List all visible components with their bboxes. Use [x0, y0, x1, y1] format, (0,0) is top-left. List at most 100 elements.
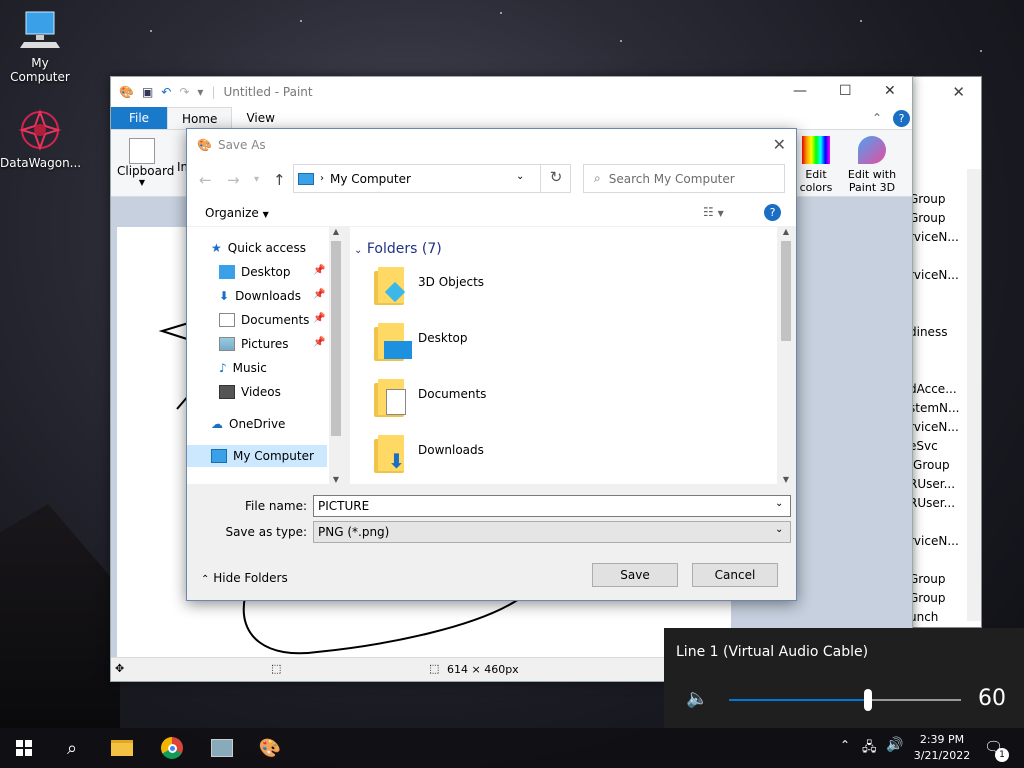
list-item: Group	[909, 192, 946, 206]
forward-arrow-icon[interactable]: →	[227, 171, 240, 189]
audio-device-name[interactable]: Line 1 (Virtual Audio Cable)	[676, 644, 868, 660]
desktop-icon-my-computer[interactable]: My Computer	[0, 8, 80, 84]
folder-label[interactable]: Desktop	[418, 331, 468, 345]
search-icon: ⌕	[594, 171, 601, 185]
nav-documents[interactable]: Documents	[219, 309, 309, 331]
volume-slider-thumb[interactable]	[864, 689, 873, 711]
folders-group-header[interactable]: ⌄ Folders (7)	[354, 241, 442, 257]
scrollbar-thumb[interactable]	[331, 241, 341, 436]
maximize-icon[interactable]: ☐	[839, 83, 852, 99]
volume-slider[interactable]	[729, 689, 961, 711]
nav-downloads[interactable]: ⬇ Downloads	[219, 285, 301, 307]
nav-desktop[interactable]: Desktop	[219, 261, 291, 283]
windows-logo-icon	[16, 740, 32, 756]
nav-label: Music	[232, 361, 267, 375]
nav-music[interactable]: ♪ Music	[219, 357, 267, 379]
speaker-icon[interactable]: 🔊	[886, 737, 903, 753]
undo-icon[interactable]: ↶	[161, 85, 171, 99]
address-bar[interactable]: › My Computer ⌄	[293, 164, 571, 193]
folder-label[interactable]: Documents	[418, 387, 486, 401]
up-arrow-icon[interactable]: ↑	[273, 171, 286, 189]
paint3d-icon	[858, 136, 886, 164]
save-icon[interactable]: ▣	[142, 85, 153, 99]
organize-button[interactable]: Organize ▼	[205, 206, 269, 220]
nav-label: Pictures	[241, 337, 289, 351]
scrollbar-thumb[interactable]	[781, 241, 791, 341]
nav-label: My Computer	[233, 449, 314, 463]
tab-file[interactable]: File	[111, 107, 167, 129]
chevron-down-icon[interactable]: ⌄	[775, 524, 783, 535]
chevron-down-icon[interactable]: ⌄	[516, 171, 524, 182]
help-icon[interactable]: ?	[893, 110, 910, 127]
scrollbar[interactable]: ▲ ▼	[779, 227, 793, 484]
tab-view[interactable]: View	[232, 111, 288, 125]
back-arrow-icon[interactable]: ←	[199, 171, 212, 189]
scrollbar[interactable]: ▲ ▼	[329, 227, 343, 484]
help-icon[interactable]: ?	[764, 204, 781, 221]
clipboard-button[interactable]: Clipboard ▼	[117, 138, 174, 187]
pin-icon: 📌	[313, 337, 326, 348]
paint-taskbar-icon[interactable]: 🎨	[246, 728, 294, 768]
chevron-up-icon[interactable]: ▲	[779, 227, 793, 236]
document-icon	[219, 313, 235, 327]
redo-icon[interactable]: ↷	[179, 85, 189, 99]
chevron-up-icon[interactable]: ▲	[329, 227, 343, 236]
folder-label[interactable]: 3D Objects	[418, 275, 484, 289]
network-icon[interactable]: 🖧	[862, 738, 877, 760]
hide-folders-button[interactable]: ⌃ Hide Folders	[201, 571, 288, 585]
close-icon[interactable]: ✕	[952, 83, 965, 101]
refresh-button[interactable]: ↻	[540, 164, 571, 193]
speaker-icon[interactable]: 🔈	[686, 688, 708, 709]
chevron-down-icon[interactable]: ▼	[329, 475, 343, 484]
folder-label[interactable]: Downloads	[418, 443, 484, 457]
chevron-down-icon[interactable]: ⌄	[775, 498, 783, 509]
window-title: Untitled - Paint	[223, 85, 313, 99]
save-type-select[interactable]: PNG (*.png)	[313, 521, 791, 543]
minimize-icon[interactable]: —	[793, 83, 807, 99]
view-options-icon[interactable]: ☷ ▼	[703, 205, 724, 219]
folder-icon[interactable]	[374, 321, 414, 363]
file-explorer-icon[interactable]	[98, 728, 146, 768]
tab-home[interactable]: Home	[167, 107, 233, 129]
chevron-down-icon[interactable]: ▼	[779, 475, 793, 484]
search-icon[interactable]: ⌕	[48, 728, 96, 768]
picture-icon	[219, 337, 235, 351]
taskbar: ⌕ 🎨 ⌃ 🖧 🔊 2:39 PM 3/21/2022 🗨 1	[0, 728, 1024, 768]
nav-label: OneDrive	[229, 417, 286, 431]
list-item: diness	[909, 325, 948, 339]
scrollbar[interactable]	[967, 169, 981, 621]
desktop-icon-datawagon[interactable]: DataWagon...	[0, 108, 81, 170]
file-name-input[interactable]: PICTURE	[313, 495, 791, 517]
paint-app-icon: 🎨	[197, 138, 212, 152]
edit-colors-button[interactable]: Edit colors	[799, 136, 833, 194]
start-button[interactable]	[0, 728, 48, 768]
customize-qat-icon[interactable]: ▾	[197, 85, 203, 99]
folder-icon[interactable]: ⬇	[374, 433, 414, 475]
nav-pictures[interactable]: Pictures	[219, 333, 289, 355]
chevron-up-icon[interactable]: ⌃	[840, 738, 850, 752]
chrome-icon[interactable]	[148, 728, 196, 768]
save-as-dialog[interactable]: 🎨 Save As ✕ ← → ▾ ↑ › My Computer ⌄ ↻ ⌕ …	[186, 128, 797, 601]
chevron-up-icon: ⌃	[201, 574, 210, 585]
close-icon[interactable]: ✕	[773, 135, 786, 154]
folder-icon[interactable]	[374, 377, 414, 419]
volume-flyout: Line 1 (Virtual Audio Cable) 🔈 60	[664, 628, 1024, 728]
search-input[interactable]: ⌕ Search My Computer	[583, 164, 785, 193]
computer-icon	[18, 8, 62, 52]
nav-my-computer[interactable]: My Computer	[187, 445, 327, 467]
recent-locations-icon[interactable]: ▾	[254, 174, 259, 185]
close-icon[interactable]: ✕	[884, 83, 896, 99]
collapse-ribbon-icon[interactable]: ⌃	[872, 111, 882, 125]
clock[interactable]: 2:39 PM 3/21/2022	[912, 732, 972, 764]
nav-quick-access[interactable]: ★ Quick access	[211, 237, 306, 259]
cloud-icon: ☁	[211, 417, 223, 431]
nav-videos[interactable]: Videos	[219, 381, 281, 403]
save-button[interactable]: Save	[592, 563, 678, 587]
nav-onedrive[interactable]: ☁ OneDrive	[211, 413, 285, 435]
network-app-icon[interactable]	[198, 728, 246, 768]
list-item: stemN...	[909, 401, 960, 415]
list-item: RUser...	[909, 496, 956, 510]
cancel-button[interactable]: Cancel	[692, 563, 778, 587]
folder-icon[interactable]	[374, 265, 414, 307]
edit-with-paint3d-button[interactable]: Edit with Paint 3D	[845, 136, 899, 194]
